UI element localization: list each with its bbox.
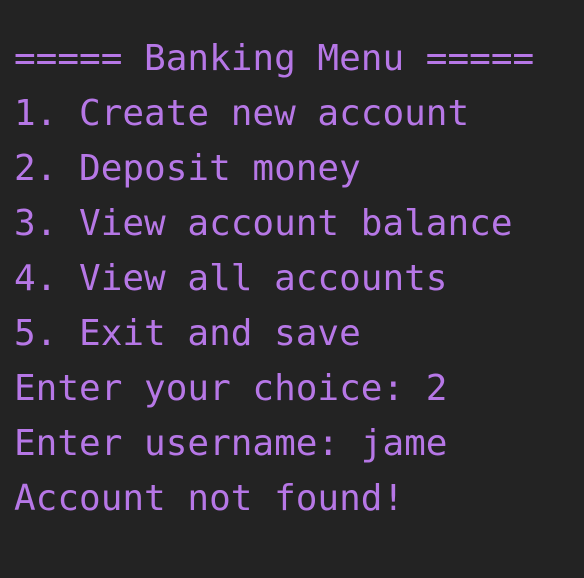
choice-prompt: Enter your choice: 2	[14, 368, 448, 409]
menu-option-view-all: 4. View all accounts	[14, 258, 448, 299]
menu-option-create-account: 1. Create new account	[14, 93, 470, 134]
terminal-output[interactable]: ===== Banking Menu ===== 1. Create new a…	[0, 0, 584, 578]
menu-option-deposit: 2. Deposit money	[14, 148, 361, 189]
error-message: Account not found!	[14, 478, 405, 519]
username-prompt: Enter username: jame	[14, 423, 448, 464]
menu-header: ===== Banking Menu =====	[14, 38, 535, 79]
menu-option-view-balance: 3. View account balance	[14, 203, 513, 244]
menu-option-exit: 5. Exit and save	[14, 313, 361, 354]
